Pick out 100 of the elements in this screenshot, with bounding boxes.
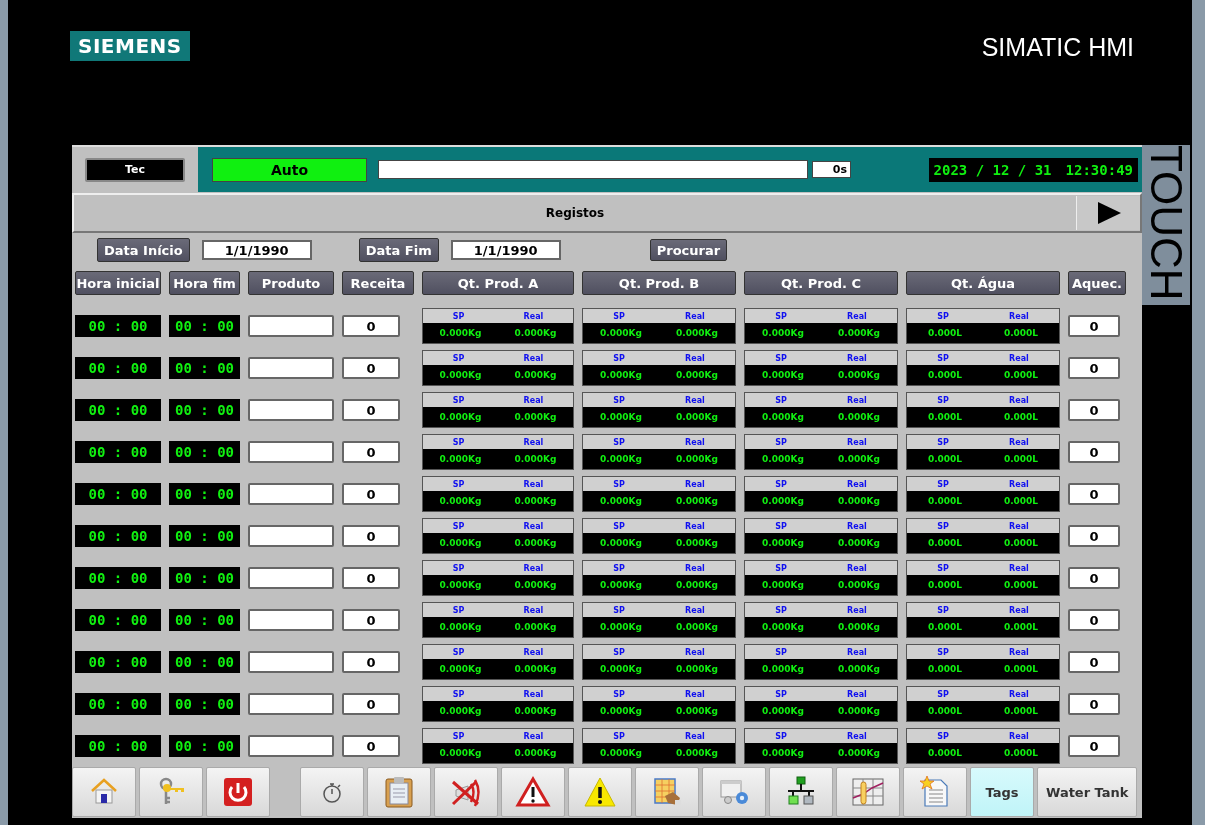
setpoint-value: 0.000L: [927, 538, 963, 548]
recipe-field[interactable]: 0: [342, 735, 400, 757]
recipe-field[interactable]: 0: [342, 315, 400, 337]
real-value: 0.000L: [1003, 496, 1039, 506]
real-value: 0.000Kg: [838, 580, 880, 590]
setpoint-label: SP: [775, 563, 787, 573]
heating-field[interactable]: 0: [1068, 315, 1120, 337]
next-button[interactable]: [1076, 196, 1140, 230]
real-label: Real: [1009, 731, 1029, 741]
product-field[interactable]: [248, 735, 334, 757]
real-label: Real: [847, 353, 867, 363]
heating-field[interactable]: 0: [1068, 441, 1120, 463]
product-field[interactable]: [248, 651, 334, 673]
setpoint-label: SP: [452, 311, 465, 321]
setpoint-value: 0.000Kg: [600, 412, 642, 422]
setpoint-label: SP: [613, 563, 625, 573]
product-field[interactable]: [248, 609, 334, 631]
product-field[interactable]: [248, 483, 334, 505]
setpoint-value: 0.000L: [927, 454, 963, 464]
product-field[interactable]: [248, 399, 334, 421]
real-label: Real: [685, 395, 705, 405]
real-label: Real: [685, 731, 705, 741]
heating-field[interactable]: 0: [1068, 735, 1120, 757]
setpoint-label: SP: [613, 437, 625, 447]
recipe-field[interactable]: 0: [342, 399, 400, 421]
real-label: Real: [1009, 437, 1029, 447]
product-field[interactable]: [248, 693, 334, 715]
heating-field[interactable]: 0: [1068, 609, 1120, 631]
setpoint-value: 0.000Kg: [762, 496, 804, 506]
toolbar-button[interactable]: [769, 767, 833, 817]
heating-field[interactable]: 0: [1068, 693, 1120, 715]
setpoint-value: 0.000Kg: [439, 706, 482, 716]
search-button[interactable]: Procurar: [649, 239, 728, 261]
real-label: Real: [847, 563, 867, 573]
recipe-field[interactable]: 0: [342, 483, 400, 505]
screen-button[interactable]: Water Tank: [1037, 767, 1138, 817]
time-display: 00 : 00: [75, 357, 161, 379]
product-field[interactable]: [248, 567, 334, 589]
setpoint-label: SP: [937, 731, 949, 741]
time-display: 00 : 00: [169, 525, 240, 547]
setpoint-value: 0.000Kg: [439, 370, 482, 380]
setpoint-label: SP: [452, 689, 465, 699]
setpoint-value: 0.000Kg: [762, 706, 804, 716]
setpoint-label: SP: [775, 395, 787, 405]
column-header: Qt. Prod. C: [744, 271, 898, 295]
setpoint-label: SP: [452, 437, 465, 447]
recipe-field[interactable]: 0: [342, 651, 400, 673]
column-header: Hora fim: [169, 271, 240, 295]
product-field[interactable]: [248, 441, 334, 463]
setpoint-value: 0.000Kg: [600, 622, 642, 632]
setpoint-value: 0.000Kg: [762, 664, 804, 674]
heating-field[interactable]: 0: [1068, 567, 1120, 589]
product-field[interactable]: [248, 357, 334, 379]
product-field[interactable]: [248, 315, 334, 337]
date-field[interactable]: 1/1/1990: [201, 240, 312, 260]
time-display: 00 : 00: [75, 567, 161, 589]
setpoint-label: SP: [775, 479, 787, 489]
setpoint-value: 0.000L: [927, 328, 963, 338]
setpoint-label: SP: [937, 395, 949, 405]
column-header: Aquec.: [1068, 271, 1126, 295]
setpoint-label: SP: [937, 479, 949, 489]
real-label: Real: [685, 563, 705, 573]
setpoint-value: 0.000Kg: [762, 580, 804, 590]
setpoint-value: 0.000Kg: [600, 748, 642, 758]
heating-field[interactable]: 0: [1068, 525, 1120, 547]
recipe-field[interactable]: 0: [342, 441, 400, 463]
setpoint-label: SP: [937, 437, 949, 447]
heating-field[interactable]: 0: [1068, 483, 1120, 505]
real-value: 0.000Kg: [514, 664, 557, 674]
setpoint-label: SP: [613, 521, 625, 531]
recipe-field[interactable]: 0: [342, 525, 400, 547]
setpoint-value: 0.000Kg: [762, 622, 804, 632]
screen-button[interactable]: Tags: [970, 767, 1034, 817]
real-value: 0.000Kg: [514, 580, 557, 590]
real-value: 0.000L: [1003, 538, 1039, 548]
heating-field[interactable]: 0: [1068, 651, 1120, 673]
real-value: 0.000Kg: [838, 706, 880, 716]
real-label: Real: [1009, 395, 1029, 405]
setpoint-value: 0.000Kg: [600, 538, 642, 548]
recipe-field[interactable]: 0: [342, 693, 400, 715]
setpoint-value: 0.000Kg: [600, 370, 642, 380]
setpoint-label: SP: [775, 521, 787, 531]
real-label: Real: [685, 353, 705, 363]
time-display: 00 : 00: [169, 483, 240, 505]
start-date-label: Data Início: [97, 238, 190, 262]
setpoint-value: 0.000Kg: [439, 328, 482, 338]
real-value: 0.000Kg: [676, 538, 718, 548]
product-field[interactable]: [248, 525, 334, 547]
recipe-field[interactable]: 0: [342, 609, 400, 631]
real-label: Real: [847, 731, 867, 741]
progress-reading: 0s: [812, 161, 851, 178]
date-field[interactable]: 1/1/1990: [450, 240, 561, 260]
recipe-field[interactable]: 0: [342, 567, 400, 589]
time-display: 00 : 00: [75, 735, 161, 757]
heating-field[interactable]: 0: [1068, 357, 1120, 379]
setpoint-label: SP: [613, 311, 625, 321]
real-label: Real: [523, 563, 544, 573]
recipe-field[interactable]: 0: [342, 357, 400, 379]
setpoint-label: SP: [452, 353, 465, 363]
heating-field[interactable]: 0: [1068, 399, 1120, 421]
